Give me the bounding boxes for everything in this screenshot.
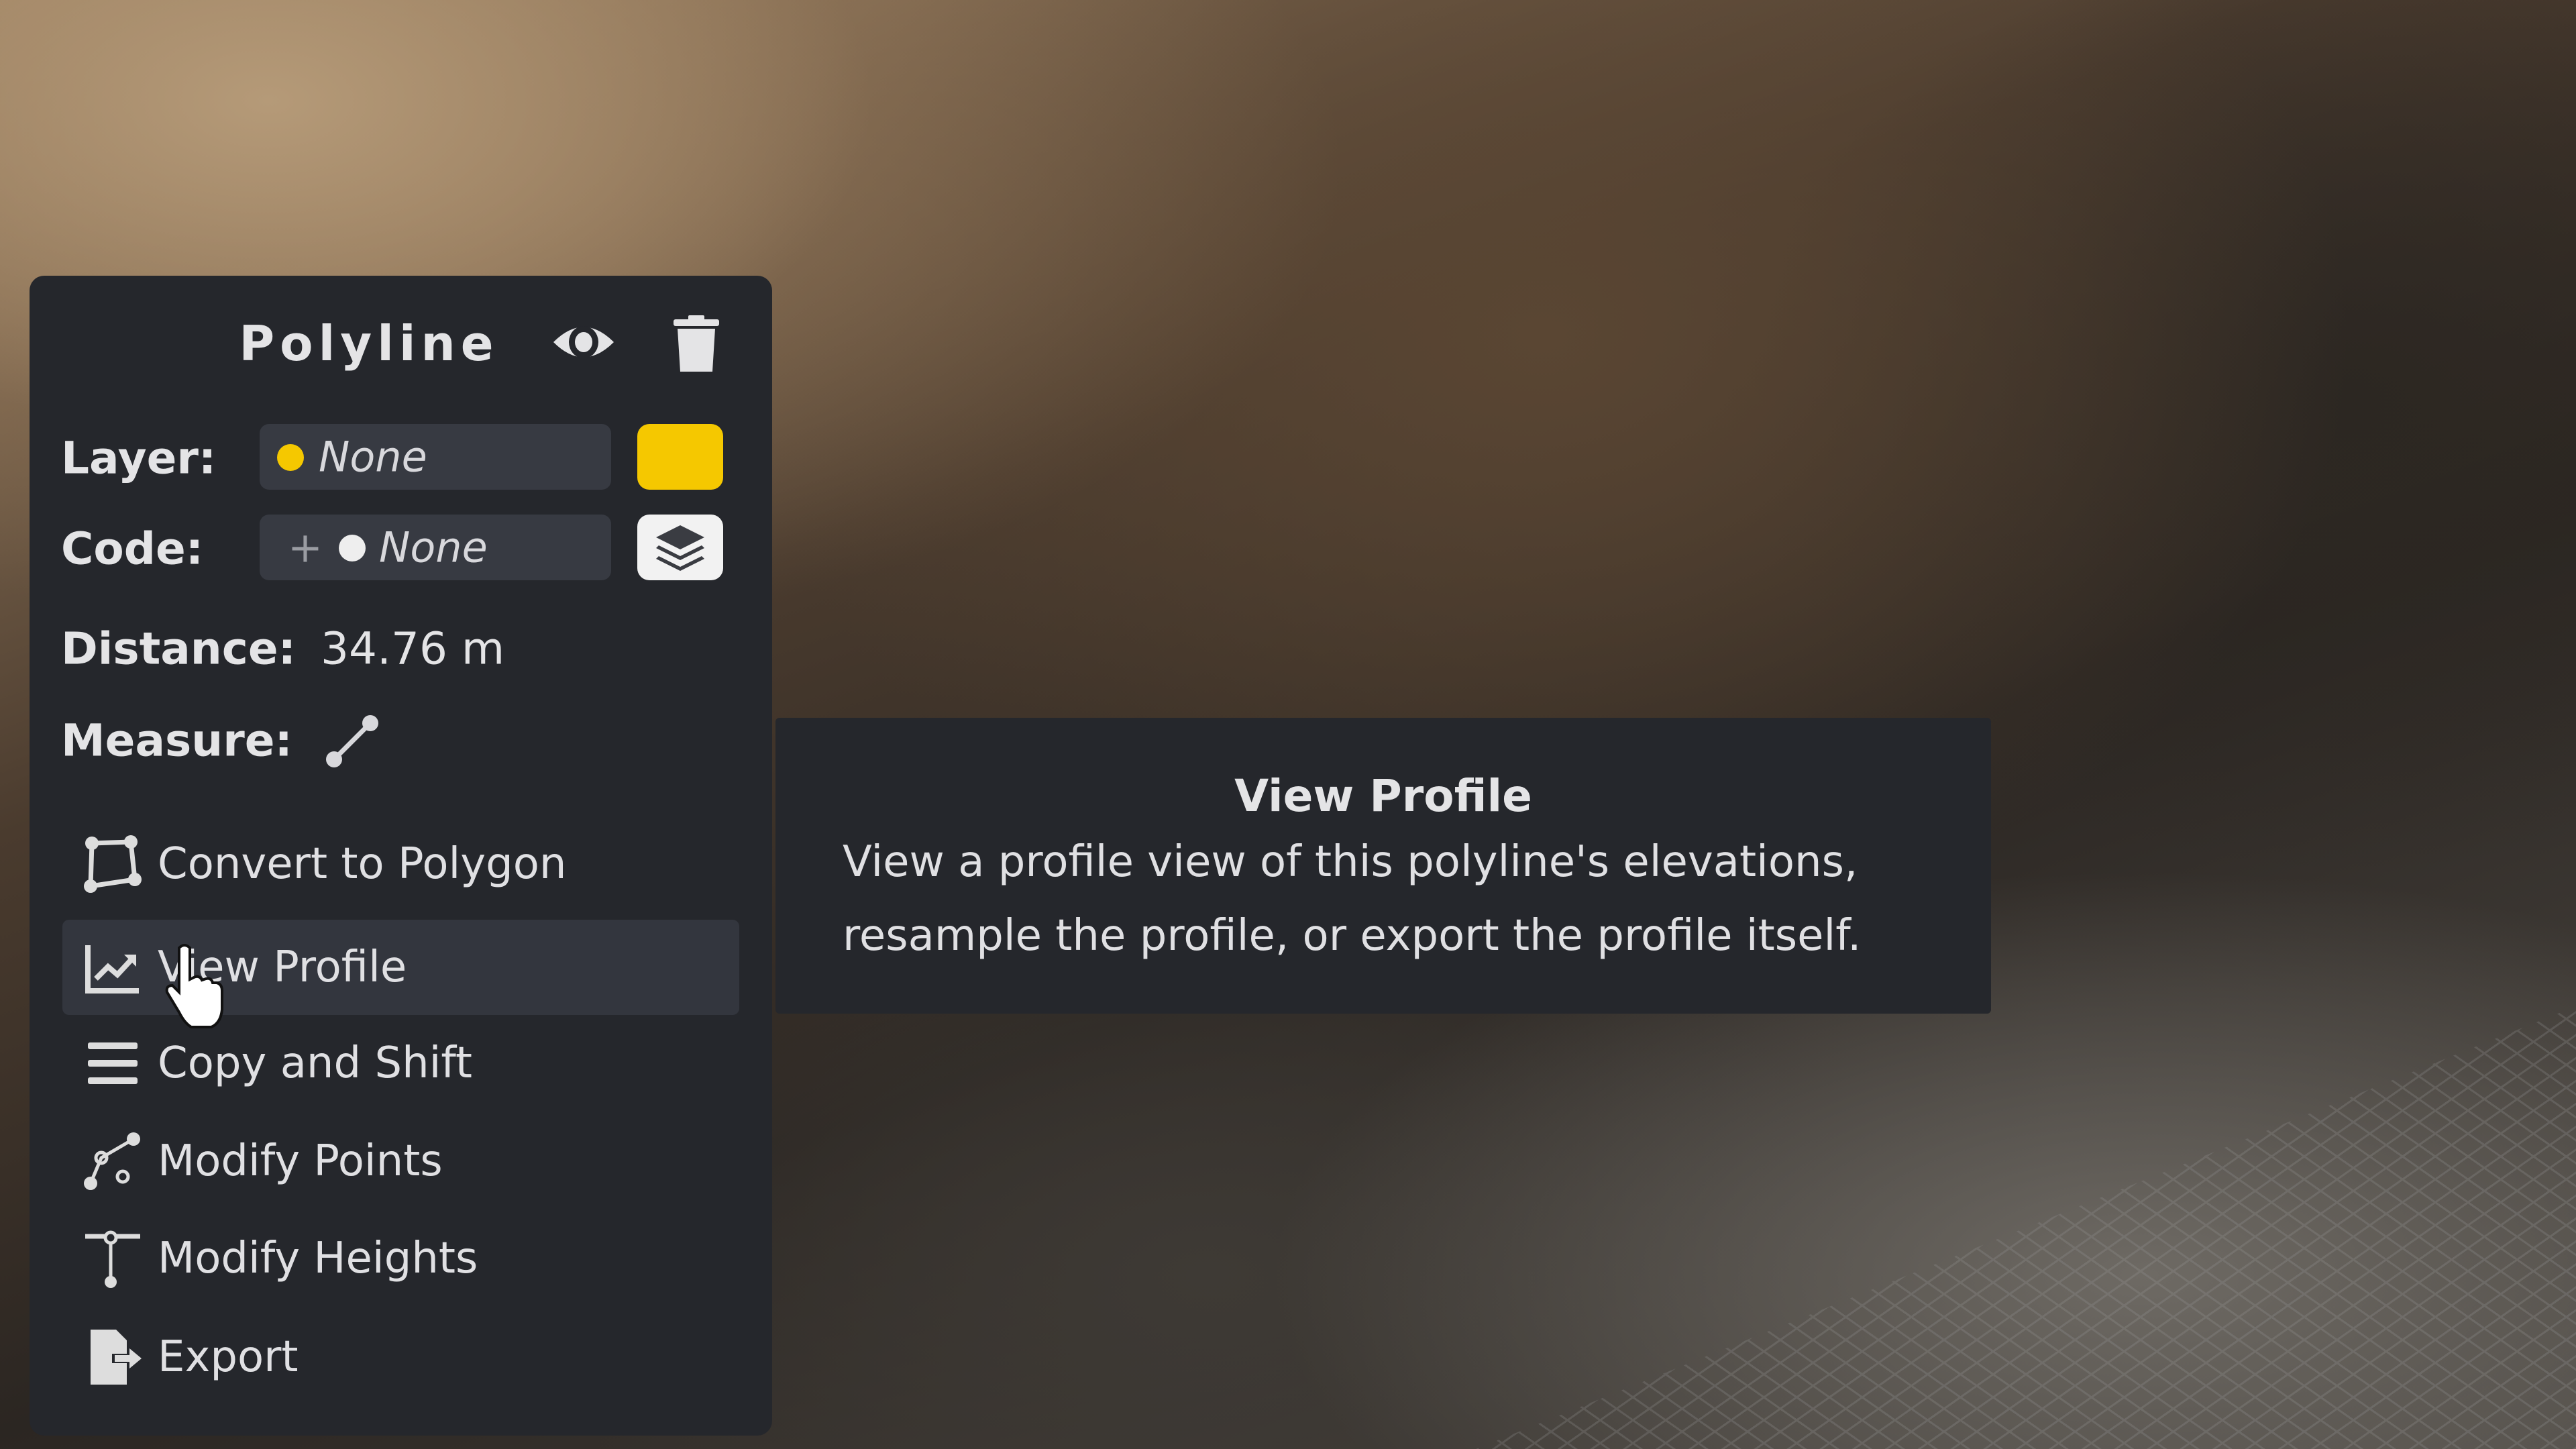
copy-and-shift-button[interactable]: Copy and Shift	[62, 1016, 739, 1111]
tooltip-line-1: View a profile view of this polyline's e…	[843, 837, 1858, 887]
view-profile-tooltip: View Profile View a profile view of this…	[775, 718, 1991, 1014]
hand-cursor-icon	[165, 944, 223, 1028]
nodes-icon	[84, 1132, 140, 1190]
chart-line-icon	[85, 945, 139, 994]
action-label: Modify Points	[158, 1136, 443, 1186]
action-label: Export	[158, 1332, 299, 1382]
code-value: None	[379, 523, 488, 572]
action-label: Copy and Shift	[158, 1038, 472, 1088]
modify-points-button[interactable]: Modify Points	[62, 1114, 739, 1209]
file-export-icon	[91, 1330, 142, 1385]
terrain-background	[1476, 1006, 2576, 1449]
polygon-icon	[84, 835, 142, 893]
layer-color-dot	[277, 444, 304, 471]
layer-select[interactable]: None	[260, 424, 611, 490]
modify-heights-button[interactable]: Modify Heights	[62, 1211, 739, 1306]
tooltip-title: View Profile	[1234, 770, 1532, 822]
measure-icon[interactable]	[323, 712, 381, 770]
layers-button[interactable]	[637, 515, 723, 580]
tooltip-line-2: resample the profile, or export the prof…	[843, 911, 1862, 961]
add-code-icon[interactable]: +	[288, 523, 323, 572]
distance-label: Distance:	[61, 623, 297, 675]
action-label: Modify Heights	[158, 1234, 478, 1283]
measure-label: Measure:	[61, 714, 292, 767]
layers-icon	[656, 525, 704, 571]
layer-color-button[interactable]	[637, 424, 723, 490]
action-label: Convert to Polygon	[158, 839, 567, 889]
trash-icon[interactable]	[671, 314, 722, 374]
layer-value: None	[319, 432, 427, 482]
bars-icon	[88, 1042, 138, 1084]
layer-label: Layer:	[61, 432, 217, 484]
export-button[interactable]: Export	[62, 1309, 739, 1405]
distance-value: 34.76 m	[321, 623, 505, 675]
height-icon	[85, 1230, 140, 1288]
eye-icon[interactable]	[550, 315, 617, 369]
convert-to-polygon-button[interactable]: Convert to Polygon	[62, 816, 739, 912]
panel-title: Polyline	[239, 315, 499, 372]
code-color-dot	[339, 535, 366, 561]
code-label: Code:	[61, 523, 204, 575]
code-select[interactable]: + None	[260, 515, 611, 580]
